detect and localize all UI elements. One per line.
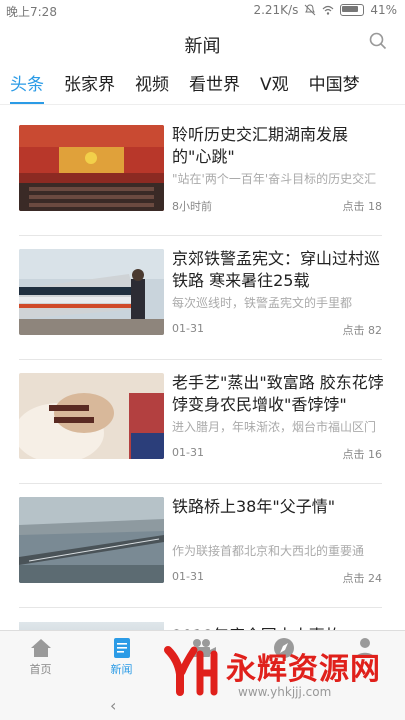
news-thumbnail — [19, 249, 164, 335]
watermark-text: 永辉资源网 — [226, 652, 381, 687]
news-summary: 每次巡线时，铁警孟宪文的手里都 — [172, 296, 353, 310]
watermark-logo-icon — [164, 646, 218, 696]
news-thumbnail — [19, 497, 164, 583]
news-click-count: 点击 24 — [342, 572, 383, 585]
battery-icon — [340, 4, 365, 16]
tab-video[interactable]: 视频 — [125, 68, 179, 102]
news-headline: 聆听历史交汇期湖南发展的"心跳" — [172, 125, 349, 166]
status-bar: 晚上7:28 2.21K/s 41% — [0, 0, 405, 22]
tab-v-view[interactable]: V观 — [250, 68, 299, 102]
news-summary: 作为联接首都北京和大西北的重要通 — [172, 544, 365, 558]
watermark-url: www.yhkjjj.com — [238, 685, 332, 699]
tab-headlines[interactable]: 头条 — [0, 68, 54, 104]
status-indicators: 2.21K/s 41% — [253, 3, 397, 17]
news-item[interactable]: 京郊铁警孟宪文：穿山过村巡铁路 寒来暑往25载 每次巡线时，铁警孟宪文的手里都 … — [0, 236, 405, 360]
news-summary: "站在'两个一百年'奋斗目标的历史交汇 — [172, 172, 377, 186]
search-icon[interactable] — [369, 32, 387, 50]
nav-home[interactable]: 首页 — [0, 635, 81, 677]
news-icon — [113, 638, 130, 658]
page-title: 新闻 — [184, 36, 221, 57]
news-item[interactable]: 聆听历史交汇期湖南发展的"心跳" "站在'两个一百年'奋斗目标的历史交汇 8小时… — [0, 112, 405, 236]
mute-icon — [304, 4, 316, 16]
channel-tabs: 头条 张家界 视频 看世界 V观 中国梦 — [0, 68, 405, 104]
tabs-divider — [0, 104, 405, 105]
news-time: 01-31 — [172, 446, 204, 459]
news-time: 8小时前 — [172, 200, 212, 213]
news-headline: 京郊铁警孟宪文：穿山过村巡铁路 寒来暑往25载 — [172, 249, 381, 290]
tab-china-dream[interactable]: 中国梦 — [299, 68, 370, 102]
tab-zhangjiajie[interactable]: 张家界 — [54, 68, 125, 102]
wifi-icon — [322, 5, 334, 15]
network-speed: 2.21K/s — [253, 3, 299, 17]
news-thumbnail — [19, 125, 164, 211]
news-item[interactable]: 老手艺"蒸出"致富路 胶东花饽饽变身农民增收"香饽饽" 进入腊月，年味渐浓，烟台… — [0, 360, 405, 484]
nav-news-label: 新闻 — [110, 663, 133, 676]
news-feed: 聆听历史交汇期湖南发展的"心跳" "站在'两个一百年'奋斗目标的历史交汇 8小时… — [0, 112, 405, 608]
watermark: 永辉资源网 www.yhkjjj.com — [160, 640, 405, 720]
news-thumbnail — [19, 373, 164, 459]
battery-level: 41% — [370, 3, 397, 17]
news-item[interactable]: 铁路桥上38年"父子情" 作为联接首都北京和大西北的重要通 01-31 点击 2… — [0, 484, 405, 608]
back-chevron-icon[interactable]: ‹ — [110, 696, 116, 715]
news-summary: 进入腊月，年味渐浓，烟台市福山区门 — [172, 420, 377, 434]
nav-home-label: 首页 — [29, 663, 52, 676]
news-click-count: 点击 82 — [342, 324, 383, 337]
tab-world[interactable]: 看世界 — [179, 68, 250, 102]
news-time: 01-31 — [172, 322, 204, 335]
news-time: 01-31 — [172, 570, 204, 583]
nav-news[interactable]: 新闻 — [81, 635, 162, 677]
news-click-count: 点击 16 — [342, 448, 383, 461]
home-icon — [30, 639, 51, 657]
news-headline: 老手艺"蒸出"致富路 胶东花饽饽变身农民增收"香饽饽" — [172, 373, 384, 414]
app-header: 新闻 — [0, 22, 405, 66]
news-headline: 铁路桥上38年"父子情" — [172, 497, 336, 516]
news-click-count: 点击 18 — [342, 200, 383, 213]
status-time: 晚上7:28 — [6, 5, 57, 19]
item-divider — [19, 607, 382, 608]
